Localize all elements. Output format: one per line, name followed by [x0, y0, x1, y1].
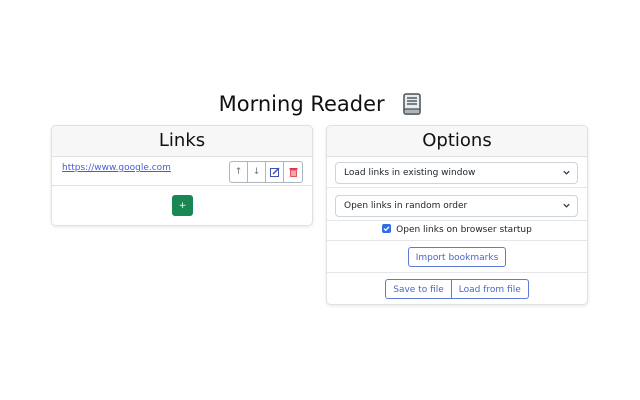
app-title-text: Morning Reader: [218, 92, 385, 116]
startup-option-row: Open links on browser startup: [327, 221, 587, 241]
window-mode-select[interactable]: Load links in existing window: [335, 162, 578, 184]
links-header: Links: [52, 126, 312, 157]
window-option-row: Load links in existing window: [327, 157, 587, 188]
delete-button[interactable]: [284, 162, 302, 182]
window-mode-value: Load links in existing window: [344, 168, 476, 178]
options-header: Options: [327, 126, 587, 157]
load-from-file-button[interactable]: Load from file: [451, 279, 529, 299]
order-value: Open links in random order: [344, 201, 468, 211]
links-card: Links https://www.google.com ↑ ↓ +: [51, 125, 313, 226]
chevron-down-icon: [563, 203, 570, 208]
delete-icon: [289, 168, 297, 177]
file-row: Save to file Load from file: [327, 273, 587, 304]
edit-button[interactable]: [266, 162, 284, 182]
move-down-button[interactable]: ↓: [248, 162, 266, 182]
startup-checkbox-label: Open links on browser startup: [396, 225, 532, 235]
move-up-button[interactable]: ↑: [230, 162, 248, 182]
order-option-row: Open links in random order: [327, 188, 587, 221]
app-title: Morning Reader: [0, 90, 640, 118]
plus-icon: +: [178, 200, 187, 211]
options-card: Options Load links in existing window Op…: [326, 125, 588, 305]
startup-checkbox[interactable]: [382, 224, 392, 233]
move-down-icon: ↓: [252, 167, 261, 177]
chevron-down-icon: [563, 170, 570, 175]
edit-icon: [269, 167, 280, 177]
morning-reader-page: Morning Reader Links https://www.google.…: [0, 0, 640, 400]
import-row: Import bookmarks: [327, 241, 587, 273]
link-url[interactable]: https://www.google.com: [62, 163, 171, 173]
add-link-button[interactable]: +: [172, 195, 193, 216]
import-bookmarks-button[interactable]: Import bookmarks: [407, 247, 507, 267]
book-icon: [403, 93, 422, 115]
checkmark-icon: [383, 226, 390, 232]
order-select[interactable]: Open links in random order: [335, 195, 578, 217]
move-up-icon: ↑: [234, 167, 243, 177]
link-row: https://www.google.com ↑ ↓: [52, 157, 312, 186]
save-to-file-button[interactable]: Save to file: [385, 279, 452, 299]
link-actions: ↑ ↓: [229, 161, 303, 183]
add-link-area: +: [52, 186, 312, 225]
